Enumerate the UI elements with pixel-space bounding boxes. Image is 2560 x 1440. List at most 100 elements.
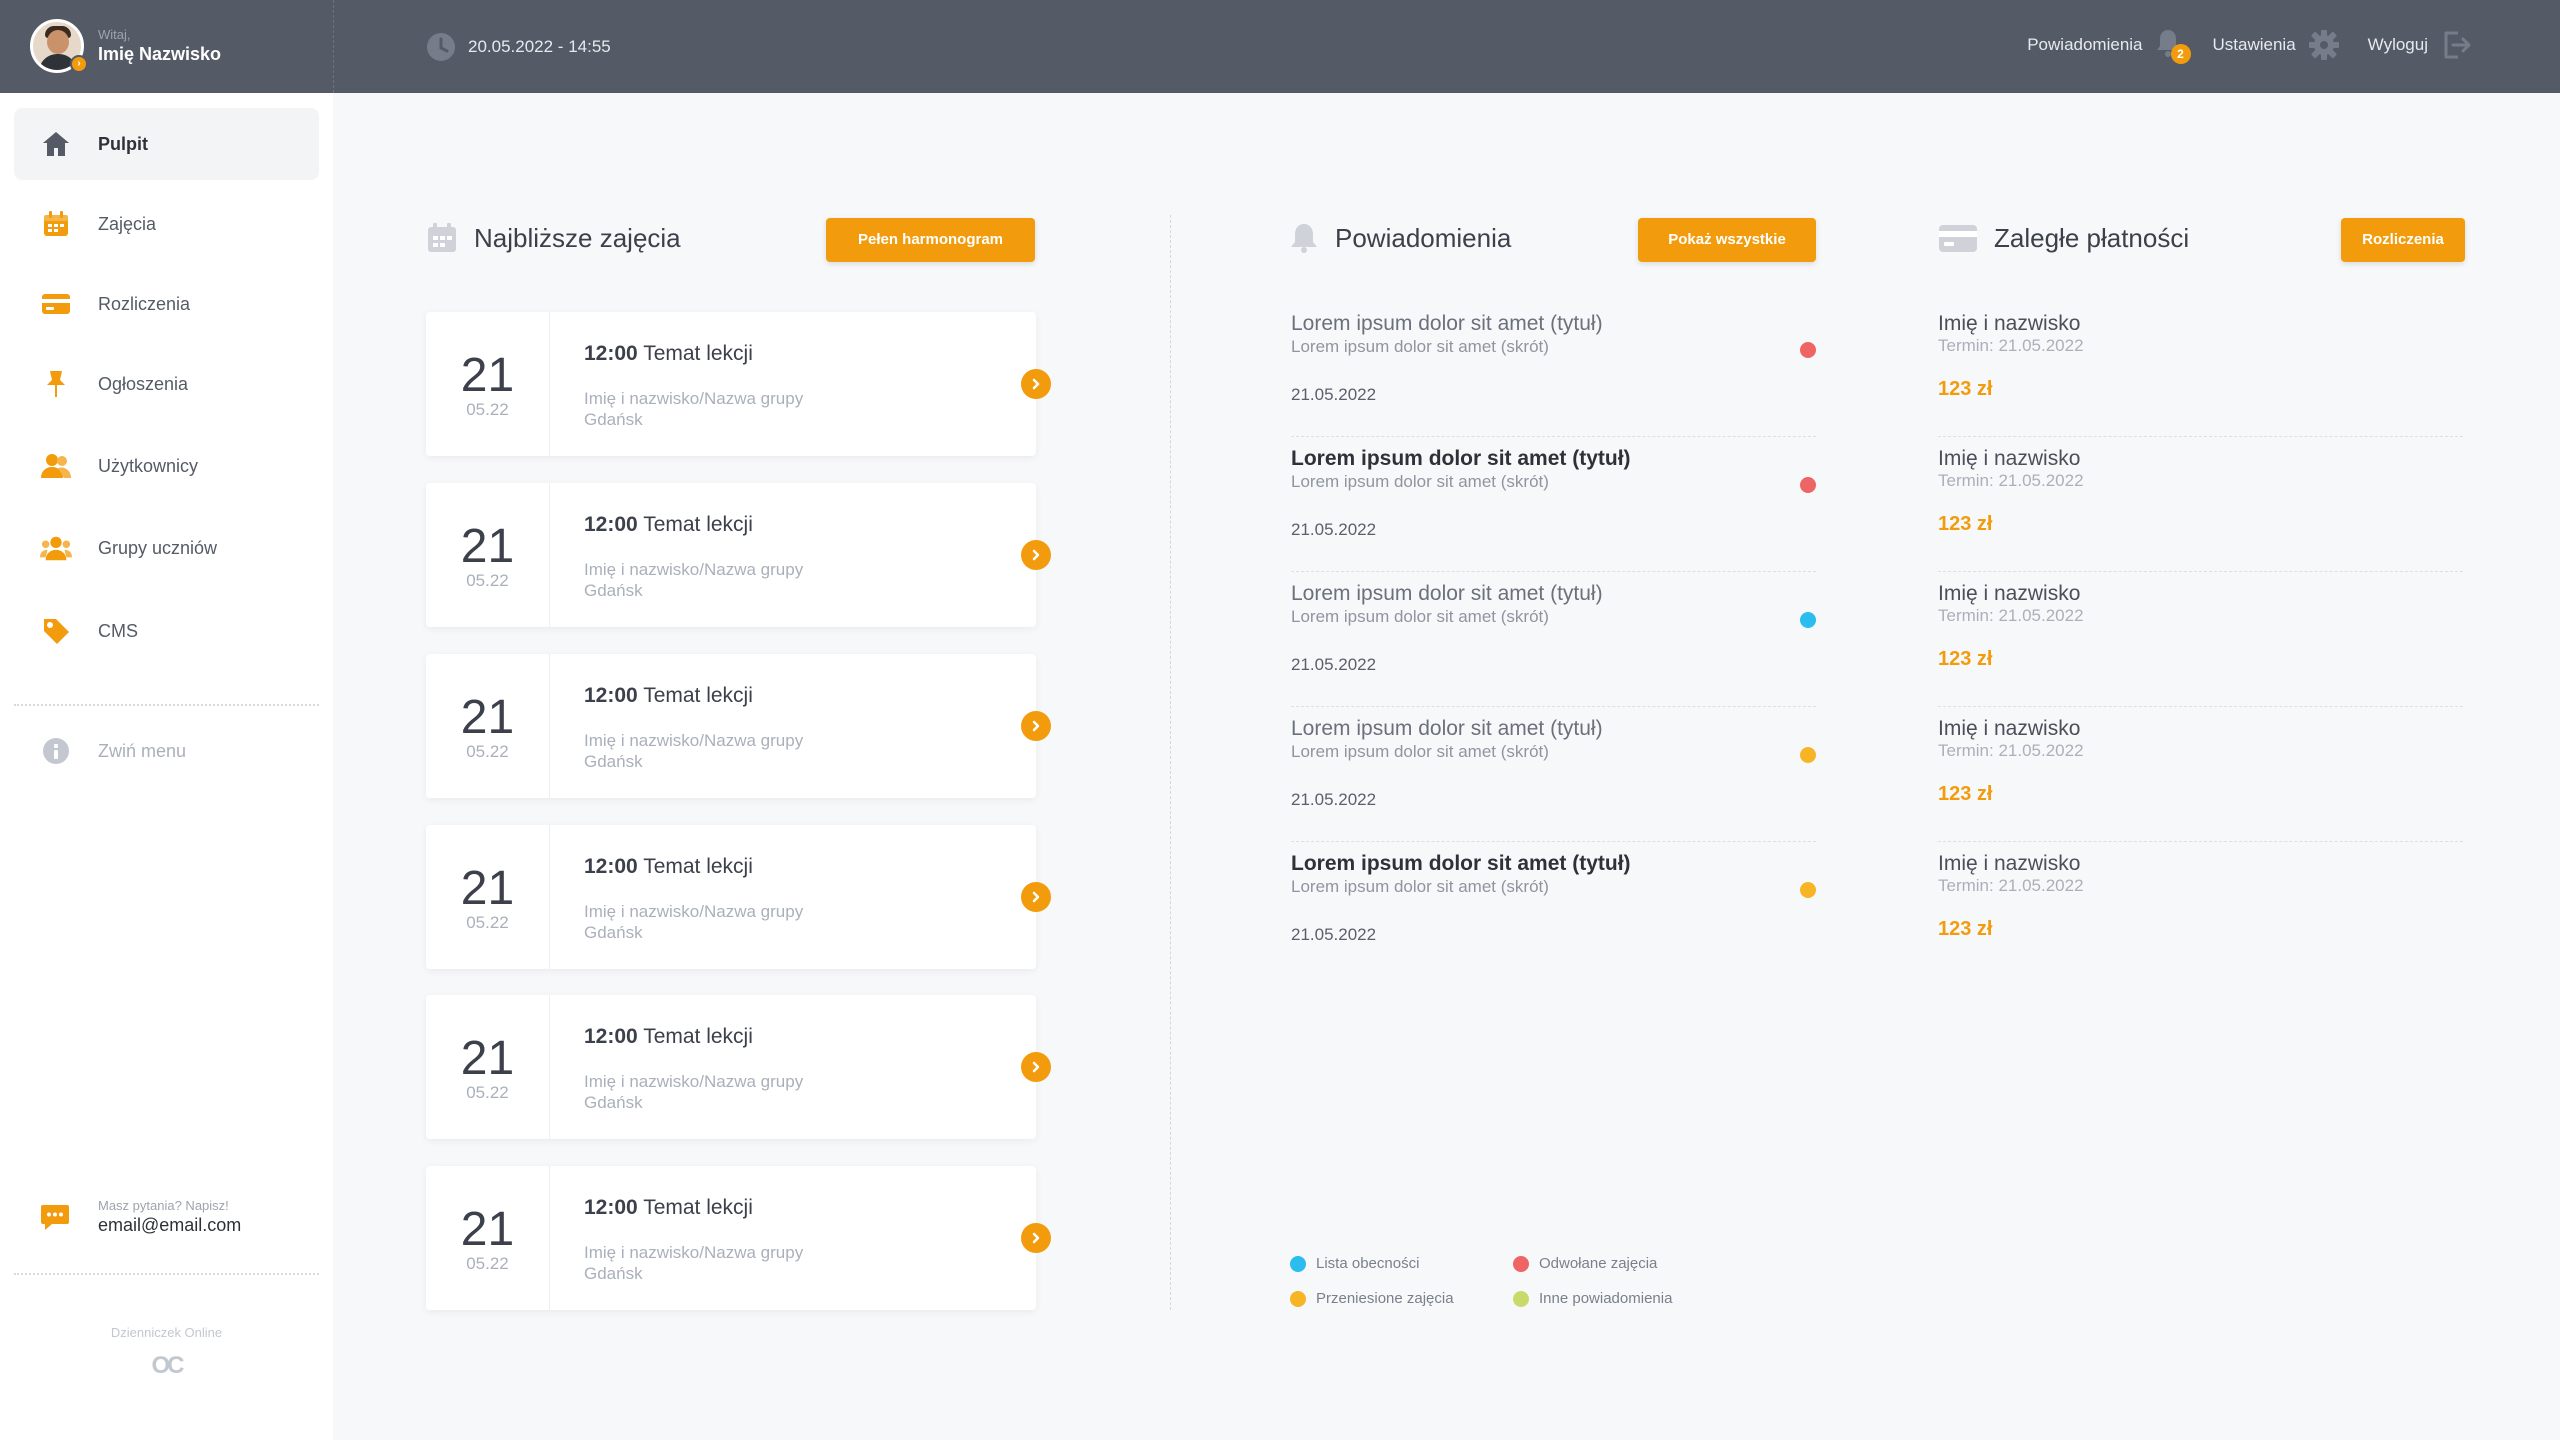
lesson-title: 12:00 Temat lekcji xyxy=(584,1025,753,1049)
datetime-text: 20.05.2022 - 14:55 xyxy=(468,37,611,56)
lesson-day: 21 xyxy=(460,691,515,744)
lesson-card[interactable]: 21 05.22 12:00 Temat lekcji Imię i nazwisko… xyxy=(426,995,1051,1139)
lesson-who: Imię i nazwisko/Nazwa grupy xyxy=(584,560,804,579)
payment-item[interactable]: Imię i nazwisko Termin: 21.05.2022 123 zł xyxy=(1938,437,2463,572)
settlements-button[interactable]: Rozliczenia xyxy=(2341,218,2465,262)
notification-item[interactable]: Lorem ipsum dolor sit amet (tytuł) Lorem … xyxy=(1291,437,1816,572)
lesson-open-button[interactable] xyxy=(1021,711,1051,741)
sidebar-item-rozliczenia[interactable]: Rozliczenia xyxy=(14,268,319,340)
show-all-button[interactable]: Pokaż wszystkie xyxy=(1638,218,1816,262)
lesson-details: Imię i nazwisko/Nazwa grupy Gdańsk xyxy=(584,1242,803,1284)
sidebar-item-grupy-uczniow[interactable]: Grupy uczniów xyxy=(14,512,319,584)
logout-button[interactable]: Wyloguj xyxy=(2368,29,2472,61)
notification-status-dot xyxy=(1800,747,1816,763)
payment-amount: 123 zł xyxy=(1938,918,1993,940)
lesson-city: Gdańsk xyxy=(584,581,643,600)
lesson-topic: Temat lekcji xyxy=(643,684,753,707)
lesson-who: Imię i nazwisko/Nazwa grupy xyxy=(584,731,804,750)
chevron-right-icon xyxy=(1032,1232,1040,1244)
lesson-details: Imię i nazwisko/Nazwa grupy Gdańsk xyxy=(584,1071,803,1113)
notification-title: Lorem ipsum dolor sit amet (tytuł) xyxy=(1291,582,1603,605)
lesson-title: 12:00 Temat lekcji xyxy=(584,1196,753,1220)
sidebar-divider xyxy=(14,1273,319,1275)
notification-title: Lorem ipsum dolor sit amet (tytuł) xyxy=(1291,717,1603,740)
notifications-section-header: Powiadomienia xyxy=(1289,222,1511,254)
payment-item[interactable]: Imię i nazwisko Termin: 21.05.2022 123 zł xyxy=(1938,842,2463,977)
notification-summary: Lorem ipsum dolor sit amet (skrót) xyxy=(1291,607,1549,626)
notification-item[interactable]: Lorem ipsum dolor sit amet (tytuł) Lorem … xyxy=(1291,572,1816,707)
lesson-time: 12:00 xyxy=(584,513,638,536)
notifications-button[interactable]: Powiadomienia 2 xyxy=(2027,28,2191,64)
notification-item[interactable]: Lorem ipsum dolor sit amet (tytuł) Lorem … xyxy=(1291,707,1816,842)
sidebar-item-uzytkownicy[interactable]: Użytkownicy xyxy=(14,430,319,502)
contact-question: Masz pytania? Napisz! xyxy=(98,1198,229,1213)
welcome-text: Witaj, xyxy=(98,27,131,42)
lesson-date: 21 05.22 xyxy=(426,1166,550,1310)
lesson-open-button[interactable] xyxy=(1021,540,1051,570)
settings-button[interactable]: Ustawienia xyxy=(2213,29,2340,61)
user-info[interactable]: › Witaj, Imię Nazwisko xyxy=(30,19,221,73)
legend-dot xyxy=(1513,1255,1529,1272)
contact-email[interactable]: email@email.com xyxy=(98,1215,241,1236)
sidebar-item-ogloszenia[interactable]: Ogłoszenia xyxy=(14,348,319,420)
lesson-topic: Temat lekcji xyxy=(643,342,753,365)
notification-summary: Lorem ipsum dolor sit amet (skrót) xyxy=(1291,472,1549,491)
brand-name: Dzienniczek Online xyxy=(110,1325,223,1340)
sidebar-item-label: Rozliczenia xyxy=(98,293,191,314)
payment-name: Imię i nazwisko xyxy=(1938,717,2081,740)
payment-item[interactable]: Imię i nazwisko Termin: 21.05.2022 123 zł xyxy=(1938,707,2463,842)
notification-item[interactable]: Lorem ipsum dolor sit amet (tytuł) Lorem … xyxy=(1291,842,1816,977)
legend-label: Przeniesione zajęcia xyxy=(1316,1290,1454,1307)
lesson-open-button[interactable] xyxy=(1021,1052,1051,1082)
lesson-card[interactable]: 21 05.22 12:00 Temat lekcji Imię i nazwisko… xyxy=(426,312,1051,456)
payment-item[interactable]: Imię i nazwisko Termin: 21.05.2022 123 zł xyxy=(1938,302,2463,437)
payment-name: Imię i nazwisko xyxy=(1938,447,2081,470)
sidebar-divider xyxy=(14,704,319,706)
notification-item[interactable]: Lorem ipsum dolor sit amet (tytuł) Lorem … xyxy=(1291,302,1816,437)
lesson-card[interactable]: 21 05.22 12:00 Temat lekcji Imię i nazwisko… xyxy=(426,1166,1051,1310)
bell-icon xyxy=(1289,222,1319,254)
contact-box[interactable]: Masz pytania? Napisz! email@email.com xyxy=(40,1198,241,1236)
lesson-month: 05.22 xyxy=(466,913,509,932)
notification-summary: Lorem ipsum dolor sit amet (skrót) xyxy=(1291,877,1549,896)
legend-item: Przeniesione zajęcia xyxy=(1290,1290,1454,1307)
lesson-open-button[interactable] xyxy=(1021,882,1051,912)
notification-title: Lorem ipsum dolor sit amet (tytuł) xyxy=(1291,447,1631,470)
username: Imię Nazwisko xyxy=(98,44,222,64)
sidebar: Pulpit Zajęcia Rozliczenia Ogłoszenia Uż… xyxy=(0,93,333,1440)
notifications-title: Powiadomienia xyxy=(1335,222,1512,253)
lesson-time: 12:00 xyxy=(584,855,638,878)
lesson-day: 21 xyxy=(460,1203,515,1256)
lesson-open-button[interactable] xyxy=(1021,369,1051,399)
collapse-menu-label: Zwiń menu xyxy=(98,740,187,761)
notification-date: 21.05.2022 xyxy=(1291,925,1377,944)
legend-item: Odwołane zajęcia xyxy=(1513,1255,1657,1272)
sidebar-item-zajecia[interactable]: Zajęcia xyxy=(14,188,319,260)
sidebar-item-cms[interactable]: CMS xyxy=(14,595,319,667)
brand-logo: OC xyxy=(151,1352,185,1379)
payment-item[interactable]: Imię i nazwisko Termin: 21.05.2022 123 zł xyxy=(1938,572,2463,707)
chat-icon xyxy=(40,1203,70,1231)
settings-label: Ustawienia xyxy=(2212,35,2296,54)
notification-date: 21.05.2022 xyxy=(1291,385,1377,404)
payment-term: Termin: 21.05.2022 xyxy=(1938,741,2084,760)
collapse-menu-button[interactable]: Zwiń menu xyxy=(14,715,319,787)
collapse-icon xyxy=(40,735,72,767)
calendar-icon xyxy=(40,208,72,240)
chevron-down-icon[interactable]: › xyxy=(70,55,88,73)
payment-amount: 123 zł xyxy=(1938,513,1993,535)
lesson-time: 12:00 xyxy=(584,1196,638,1219)
lesson-topic: Temat lekcji xyxy=(643,1025,753,1048)
lesson-card[interactable]: 21 05.22 12:00 Temat lekcji Imię i nazwisko… xyxy=(426,825,1051,969)
lesson-card[interactable]: 21 05.22 12:00 Temat lekcji Imię i nazwisko… xyxy=(426,654,1051,798)
lesson-card[interactable]: 21 05.22 12:00 Temat lekcji Imię i nazwisko… xyxy=(426,483,1051,627)
lesson-time: 12:00 xyxy=(584,684,638,707)
lesson-who: Imię i nazwisko/Nazwa grupy xyxy=(584,1072,804,1091)
lesson-day: 21 xyxy=(460,520,515,573)
sidebar-item-pulpit[interactable]: Pulpit xyxy=(14,108,319,180)
users-icon xyxy=(40,450,72,482)
lesson-open-button[interactable] xyxy=(1021,1223,1051,1253)
sidebar-item-label: Użytkownicy xyxy=(98,455,199,476)
lesson-topic: Temat lekcji xyxy=(643,855,753,878)
full-schedule-button[interactable]: Pełen harmonogram xyxy=(826,218,1035,262)
